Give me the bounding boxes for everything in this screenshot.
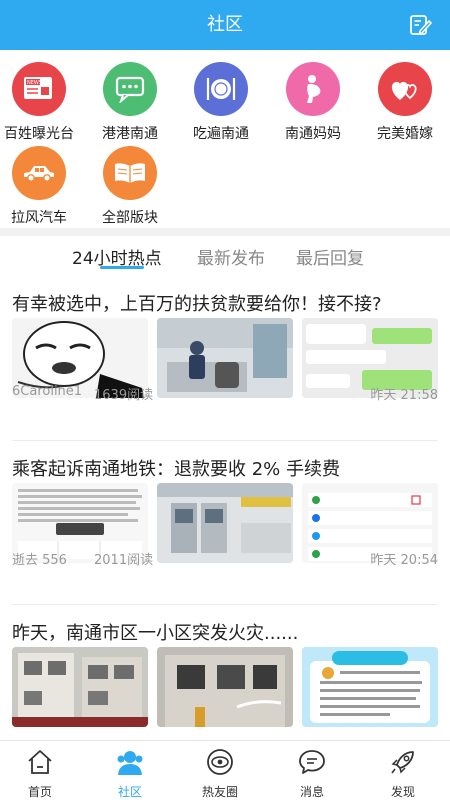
top-bar: 社区: [0, 0, 450, 50]
plate-cutlery-icon: [194, 62, 248, 116]
post-author: 逝去 556: [12, 553, 67, 568]
board-label: 拉风汽车: [11, 210, 67, 226]
post-image[interactable]: [157, 318, 293, 398]
tab-discover[interactable]: 发现: [358, 741, 448, 800]
post-title: 乘客起诉南通地铁：退款要收 2% 手续费: [12, 459, 340, 480]
post-divider: [12, 604, 438, 605]
board-item-ganggang[interactable]: 港港南通: [85, 62, 175, 143]
tab-label: 热友圈: [201, 785, 238, 799]
post-image[interactable]: [157, 483, 293, 563]
eye-circle-icon: [207, 749, 233, 775]
post-read-count: 1639阅读: [94, 388, 154, 403]
car-icon: [12, 146, 66, 200]
board-label: 百姓曝光台: [4, 126, 74, 142]
tab-community[interactable]: 社区: [85, 741, 175, 800]
post-read-count: 2011阅读: [94, 553, 154, 568]
tab-home[interactable]: 首页: [0, 741, 85, 800]
board-label: 吃遍南通: [193, 126, 249, 142]
hearts-icon: [378, 62, 432, 116]
board-item-all[interactable]: 全部版块: [85, 146, 175, 227]
board-item-mama[interactable]: 南通妈妈: [268, 62, 358, 143]
post-item[interactable]: 有幸被选中，上百万的扶贫款要给你！接不接? 6Caroline1 1639阅读 …: [12, 290, 438, 403]
post-images: [12, 647, 438, 727]
board-grid: NEWS 百姓曝光台 港港南通 吃遍南通 南通妈妈 完美婚嫁 拉风汽车 全部版块: [0, 50, 450, 228]
tab-messages[interactable]: 消息: [267, 741, 357, 800]
post-item[interactable]: 乘客起诉南通地铁：退款要收 2% 手续费 逝去 556 2011阅读 昨天 20…: [12, 455, 438, 568]
book-icon: [103, 146, 157, 200]
tab-latest[interactable]: 最新发布: [197, 244, 265, 269]
home-icon: [28, 750, 52, 774]
news-icon: NEWS: [12, 62, 66, 116]
page-title: 社区: [207, 14, 243, 35]
post-divider: [12, 440, 438, 441]
post-image[interactable]: [302, 647, 438, 727]
chat-bubble-icon: [103, 62, 157, 116]
bottom-tab-bar: 首页 社区 热友圈 消息 发现: [0, 740, 450, 800]
tab-label: 社区: [117, 785, 142, 799]
tab-label: 发现: [390, 785, 415, 799]
board-item-qiche[interactable]: 拉风汽车: [0, 146, 84, 227]
tab-label: 首页: [27, 785, 52, 799]
tab-hot-friends[interactable]: 热友圈: [175, 741, 265, 800]
edit-post-icon[interactable]: [408, 13, 432, 37]
section-divider: [0, 228, 450, 236]
post-item[interactable]: 昨天，南通市区一小区突发火灾......: [12, 619, 438, 727]
board-label: 完美婚嫁: [377, 126, 433, 142]
post-time: 昨天 21:58: [370, 388, 438, 403]
board-item-chibian[interactable]: 吃遍南通: [176, 62, 266, 143]
post-title: 有幸被选中，上百万的扶贫款要给你！接不接?: [12, 294, 382, 315]
community-icon: [117, 751, 143, 775]
board-label: 港港南通: [102, 126, 158, 142]
pregnant-mother-icon: [286, 62, 340, 116]
active-tab-indicator: [100, 266, 144, 269]
tab-last-reply[interactable]: 最后回复: [296, 244, 364, 269]
post-image[interactable]: [12, 647, 148, 727]
post-time: 昨天 20:54: [370, 553, 438, 568]
svg-text:NEWS: NEWS: [27, 80, 42, 86]
post-title: 昨天，南通市区一小区突发火灾......: [12, 623, 299, 644]
message-icon: [299, 750, 325, 774]
feed-tabs: 24小时热点 最新发布 最后回复: [0, 236, 450, 276]
rocket-icon: [391, 751, 414, 774]
board-label: 全部版块: [102, 210, 158, 226]
post-author: 6Caroline1: [12, 384, 83, 399]
board-item-baixing[interactable]: NEWS 百姓曝光台: [0, 62, 84, 143]
tab-label: 消息: [299, 785, 324, 799]
post-image[interactable]: [157, 647, 293, 727]
board-item-hunjia[interactable]: 完美婚嫁: [360, 62, 450, 143]
board-label: 南通妈妈: [285, 126, 341, 142]
